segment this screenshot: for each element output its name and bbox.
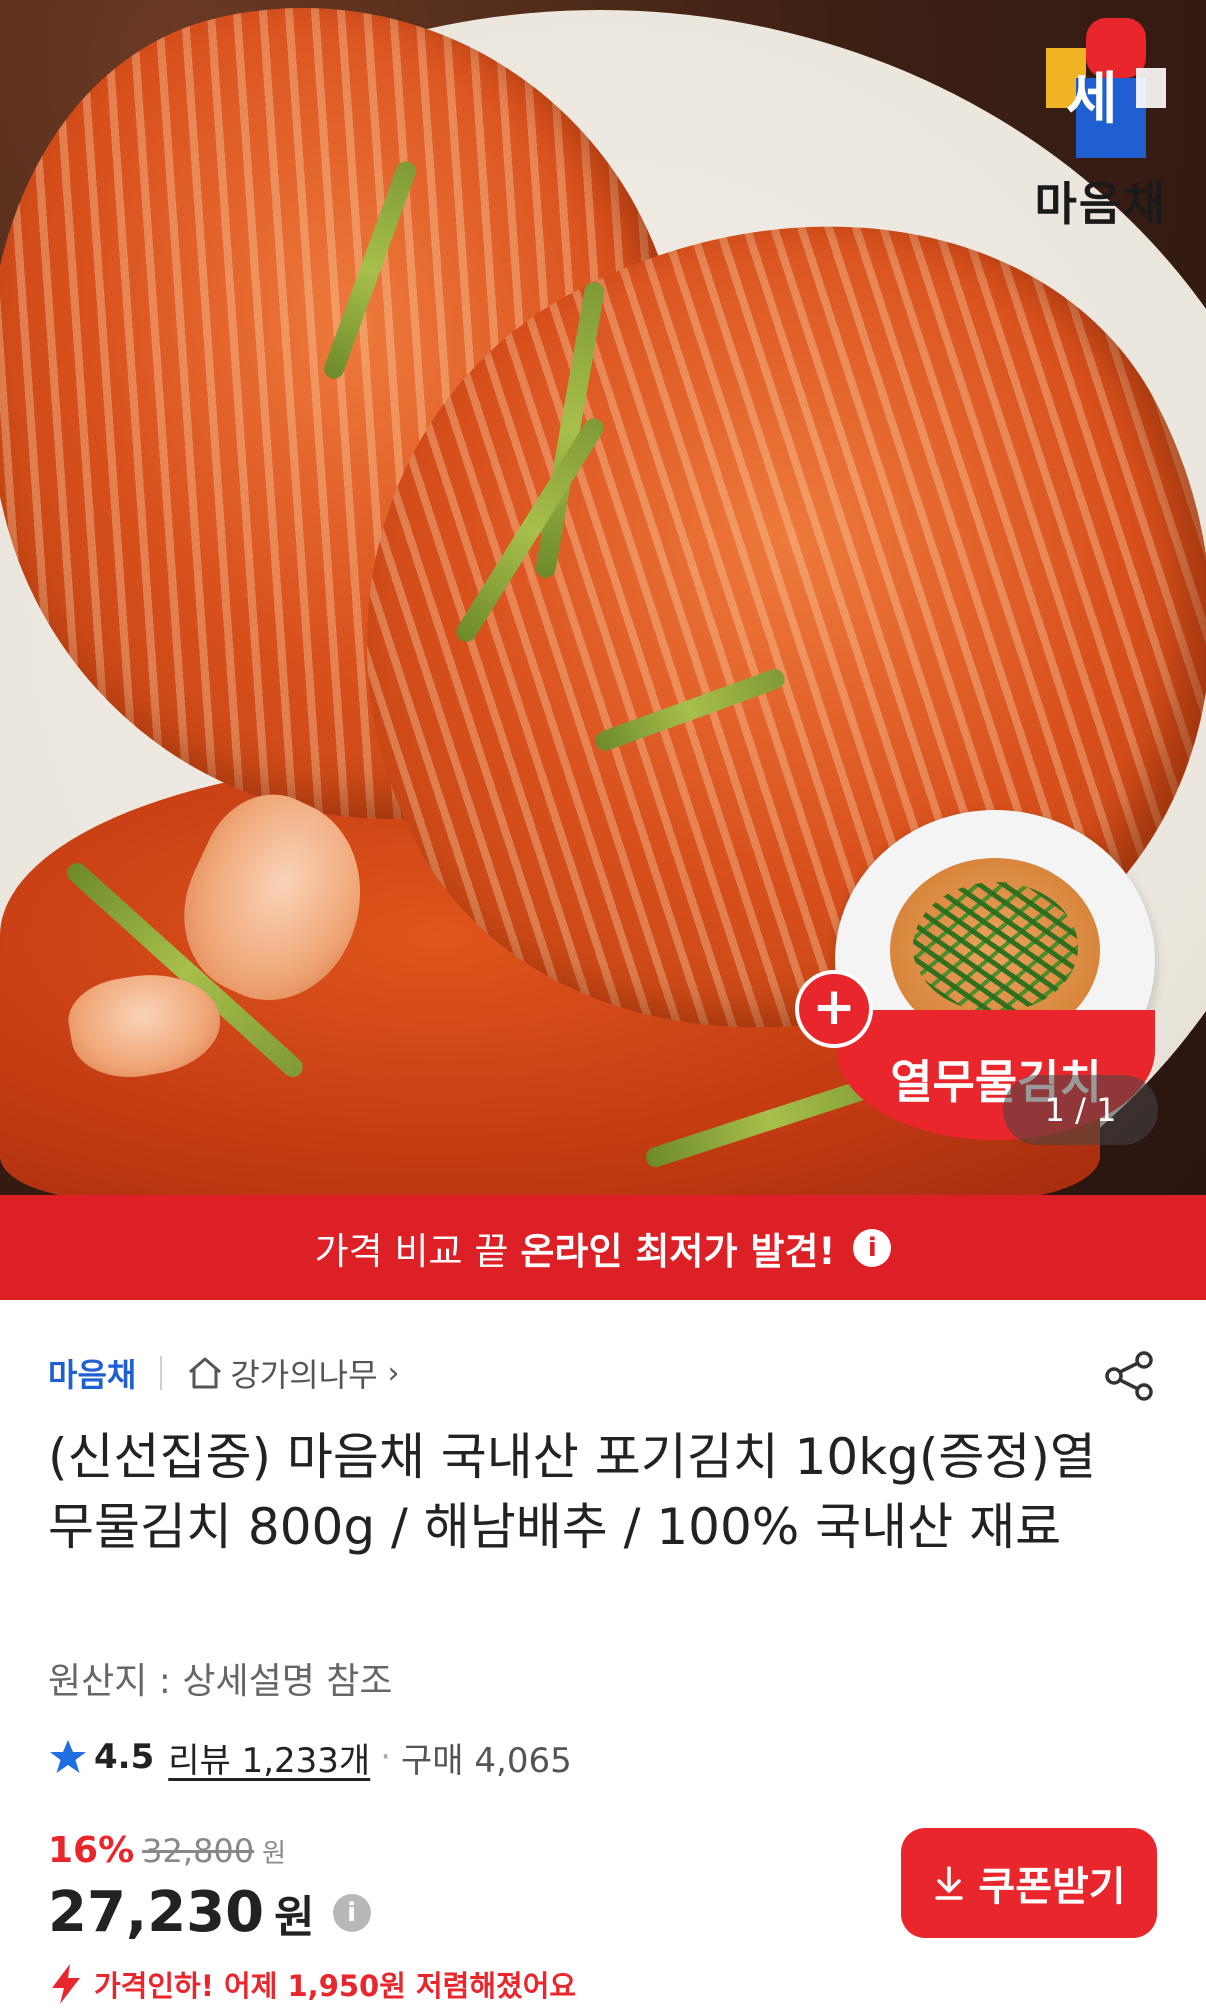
gift-greens-image — [913, 882, 1078, 1012]
product-page: 세 마음채 열무물김치 + 1 / 1 가격 비교 끝 온라인 최저가 발견! … — [0, 0, 1206, 2011]
svg-text:세: 세 — [1066, 67, 1118, 132]
lowest-price-banner[interactable]: 가격 비교 끝 온라인 최저가 발견! i — [0, 1195, 1206, 1300]
image-counter: 1 / 1 — [1003, 1075, 1158, 1145]
download-icon — [935, 1866, 964, 1900]
brand-link[interactable]: 마음채 — [48, 1350, 136, 1396]
rating-row: 4.5 리뷰 1,233개 · 구매 4,065 — [48, 1732, 572, 1782]
product-title: (신선집중) 마음채 국내산 포기김치 10kg(증정)열무물김치 800g /… — [48, 1428, 1096, 1556]
store-link[interactable]: 강가의나무 › — [186, 1350, 400, 1396]
original-price: 32,800 — [142, 1832, 255, 1870]
discount-row: 16% 32,800 원 — [48, 1830, 286, 1871]
chevron-right-icon: › — [387, 1355, 400, 1391]
brand-logo-mark: 세 — [1046, 18, 1166, 158]
brand-logo-text: 마음채 — [1034, 177, 1168, 231]
brand-logo: 세 마음채 — [1026, 8, 1176, 231]
origin-info: 원산지 : 상세설명 참조 — [48, 1661, 393, 1702]
current-price-unit: 원 — [274, 1891, 315, 1943]
reviews-link[interactable]: 리뷰 1,233개 — [168, 1733, 370, 1782]
divider — [160, 1356, 163, 1390]
coupon-button[interactable]: 쿠폰받기 — [901, 1828, 1157, 1938]
banner-highlight-text: 온라인 최저가 발견! — [520, 1229, 836, 1273]
rating-score: 4.5 — [94, 1737, 155, 1777]
original-price-unit: 원 — [262, 1839, 287, 1869]
share-icon[interactable] — [1102, 1348, 1158, 1404]
banner-text: 가격 비교 끝 — [314, 1229, 509, 1273]
seller-row: 마음채 강가의나무 › — [48, 1348, 1158, 1401]
star-icon — [50, 1740, 86, 1773]
price-drop-text: 가격인하! 어제 1,950원 저렴해졌어요 — [94, 1969, 577, 2003]
plus-icon: + — [795, 970, 873, 1048]
store-name: 강가의나무 — [230, 1356, 378, 1394]
info-icon[interactable]: i — [853, 1228, 892, 1267]
separator-dot: · — [380, 1737, 392, 1777]
lightning-icon — [52, 1964, 80, 2004]
current-price: 27,230 — [48, 1880, 265, 1945]
purchase-count: 구매 4,065 — [401, 1740, 572, 1781]
price-row: 27,230 원 i — [48, 1880, 371, 1945]
price-info-icon[interactable]: i — [332, 1893, 371, 1932]
coupon-label: 쿠폰받기 — [978, 1864, 1126, 1910]
price-drop-notice: 가격인하! 어제 1,950원 저렴해졌어요 — [48, 1962, 576, 2006]
product-image[interactable]: 세 마음채 열무물김치 + 1 / 1 — [0, 0, 1206, 1195]
discount-rate: 16% — [48, 1830, 135, 1871]
home-icon — [189, 1357, 222, 1389]
